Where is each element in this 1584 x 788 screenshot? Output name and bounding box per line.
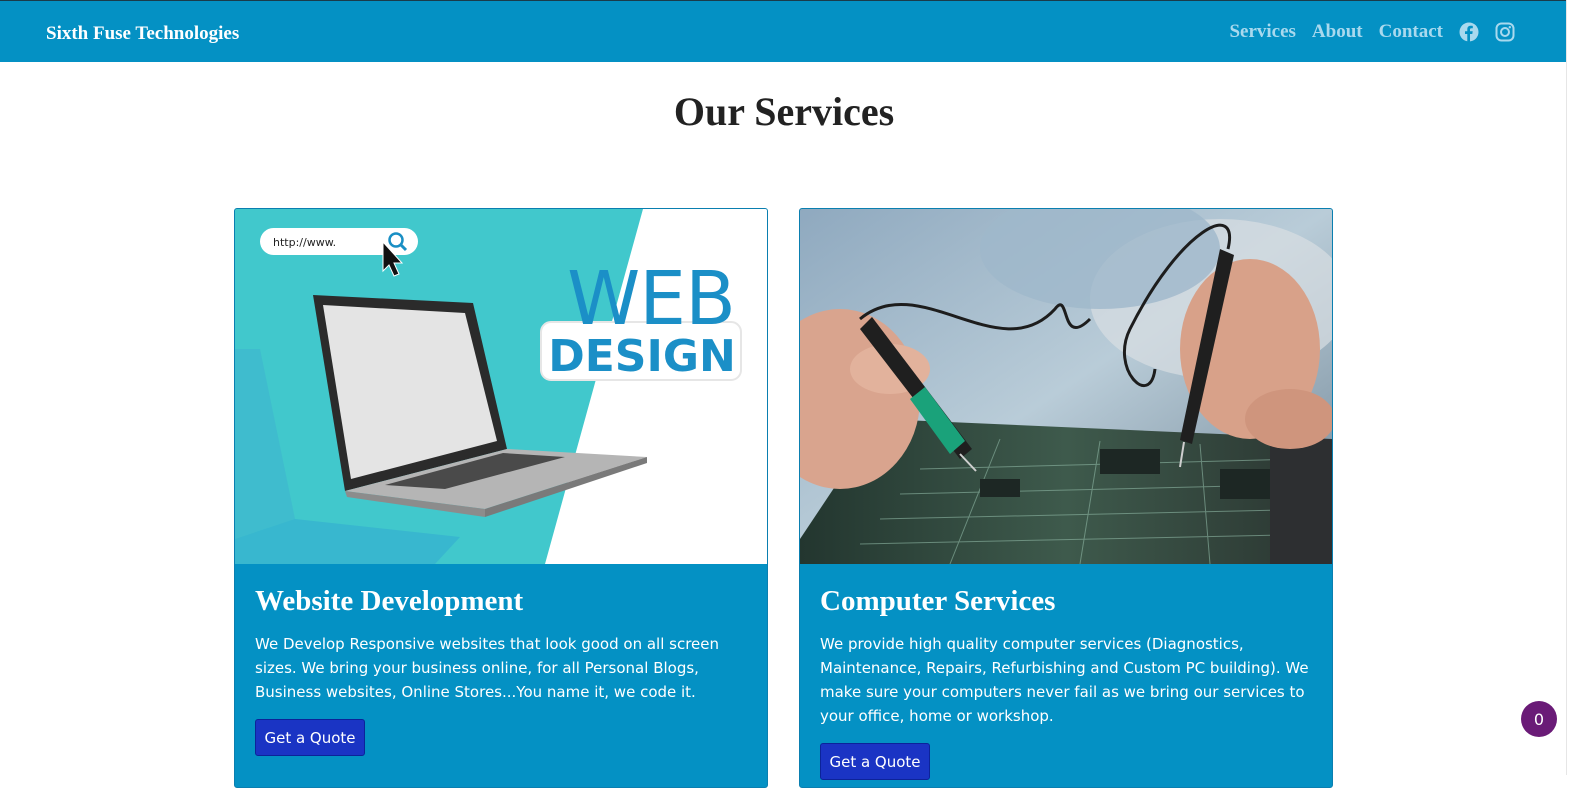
facebook-icon[interactable]: [1459, 22, 1479, 42]
service-card-computer-services: Computer Services We provide high qualit…: [799, 208, 1333, 788]
card-description: We Develop Responsive websites that look…: [255, 635, 719, 701]
get-quote-button-website[interactable]: Get a Quote: [255, 719, 365, 756]
card-title: Website Development: [255, 585, 524, 617]
nav-link-about[interactable]: About: [1312, 21, 1363, 43]
instagram-icon[interactable]: [1495, 22, 1515, 42]
web-design-illustration: http://www. WEB DESIGN: [235, 209, 767, 564]
floating-count-badge[interactable]: 0: [1521, 701, 1557, 737]
nav-links: Services About Contact: [1229, 21, 1515, 43]
card-title: Computer Services: [820, 585, 1056, 617]
card-description: We provide high quality computer service…: [820, 635, 1309, 725]
top-navbar: Sixth Fuse Technologies Services About C…: [0, 0, 1568, 62]
get-quote-button-computer[interactable]: Get a Quote: [820, 743, 930, 780]
web-headline: WEB: [567, 256, 735, 342]
service-card-website-development: http://www. WEB DESIGN Website Developme…: [234, 208, 768, 788]
brand-name[interactable]: Sixth Fuse Technologies: [46, 23, 239, 45]
design-headline: DESIGN: [548, 331, 736, 382]
nav-link-services[interactable]: Services: [1229, 21, 1295, 43]
page-scrollbar[interactable]: [1566, 0, 1584, 775]
url-text: http://www.: [273, 236, 336, 249]
nav-link-contact[interactable]: Contact: [1379, 21, 1443, 43]
page-title: Our Services: [673, 89, 895, 134]
circuit-board-photo: [800, 209, 1332, 564]
